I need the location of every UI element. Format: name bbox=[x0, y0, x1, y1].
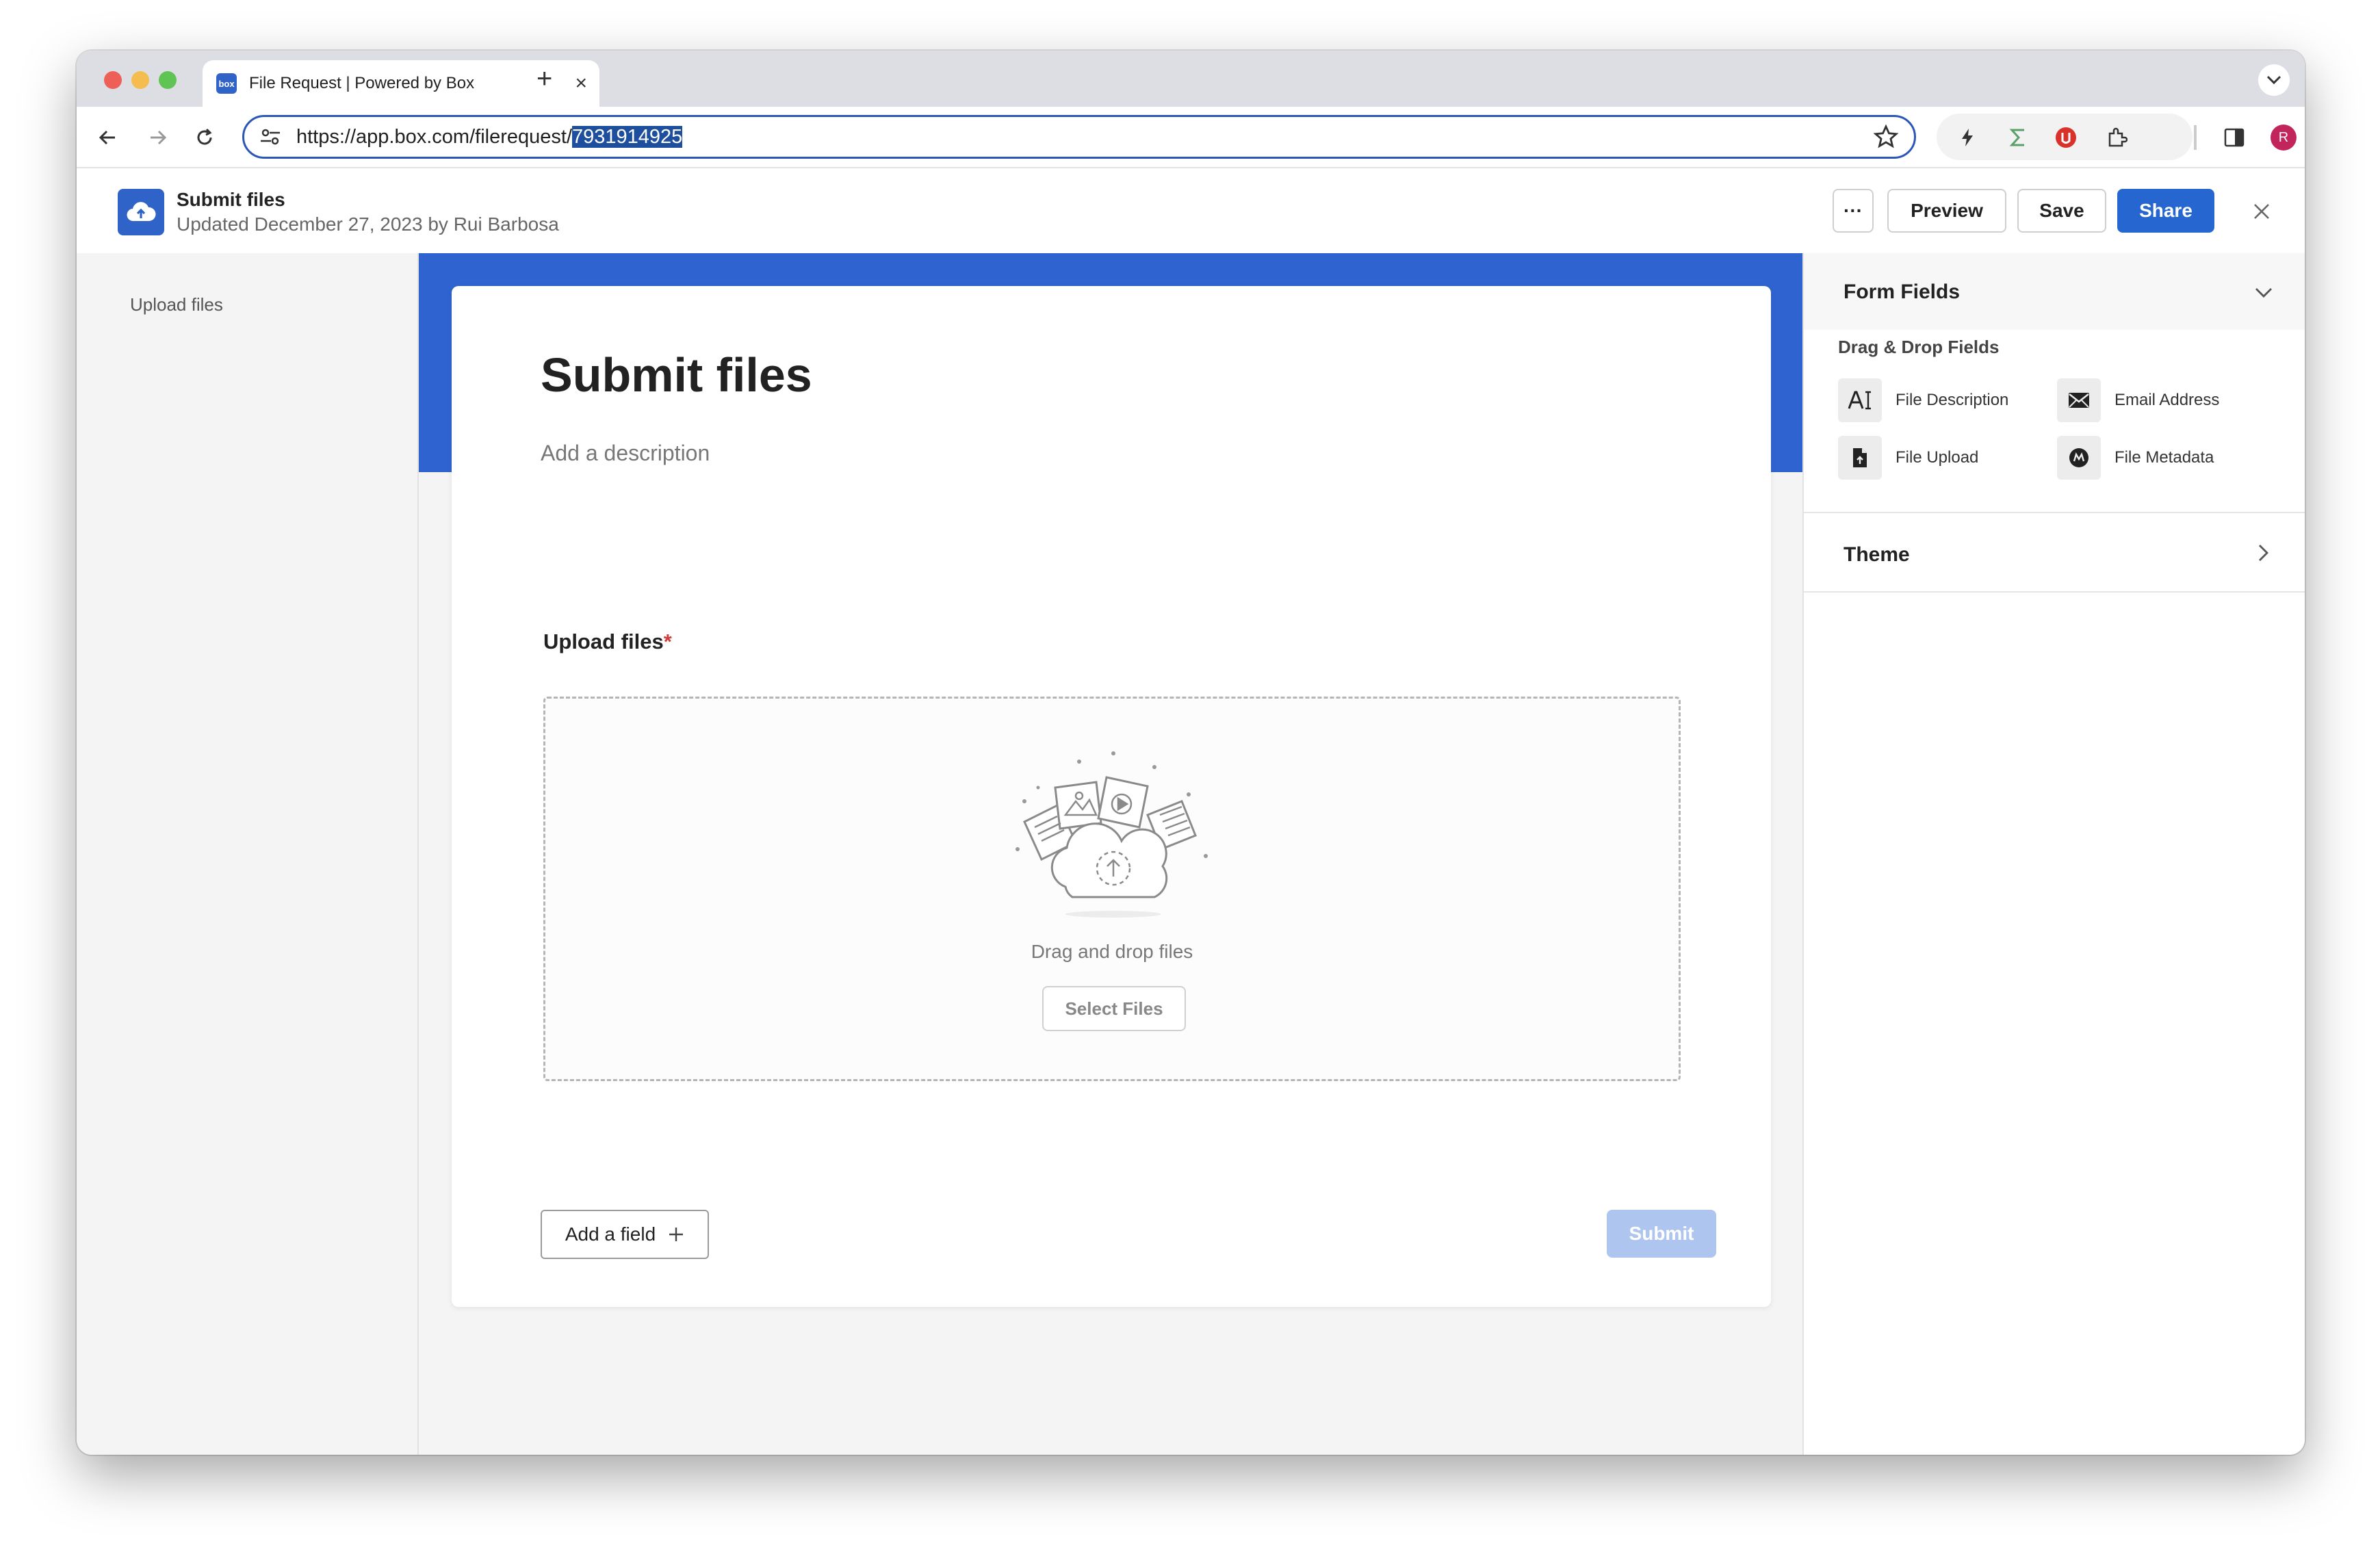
metadata-icon bbox=[2057, 436, 2101, 480]
palette-email-address[interactable]: Email Address bbox=[2057, 378, 2219, 423]
upload-illustration-icon bbox=[1016, 751, 1208, 918]
sigma-extension-icon[interactable] bbox=[2002, 122, 2034, 153]
header-title: Submit files bbox=[177, 189, 285, 210]
more-options-button[interactable]: ··· bbox=[1833, 189, 1874, 233]
side-panel-icon[interactable] bbox=[2219, 122, 2250, 153]
maximize-window-button[interactable] bbox=[159, 71, 177, 89]
file-icon bbox=[1838, 436, 1882, 480]
close-window-button[interactable] bbox=[104, 71, 122, 89]
form-title[interactable]: Submit files bbox=[541, 348, 812, 402]
tab-title: File Request | Powered by Box bbox=[249, 74, 475, 92]
dropzone-text: Drag and drop files bbox=[1031, 941, 1193, 962]
bolt-extension-icon[interactable] bbox=[1952, 122, 1983, 153]
chevron-down-icon[interactable] bbox=[2250, 279, 2277, 307]
header-updated-text: Updated December 27, 2023 by Rui Barbosa bbox=[177, 213, 559, 235]
required-asterisk: * bbox=[663, 630, 672, 653]
bookmark-star-icon[interactable] bbox=[1873, 124, 1899, 153]
select-files-button[interactable]: Select Files bbox=[1042, 986, 1186, 1031]
panel-divider bbox=[1804, 591, 2305, 593]
submit-button[interactable]: Submit bbox=[1607, 1210, 1716, 1258]
field-label-text: Upload files bbox=[543, 630, 664, 653]
palette-label: File Description bbox=[1896, 391, 2009, 409]
plus-icon bbox=[669, 1228, 684, 1241]
share-button[interactable]: Share bbox=[2117, 189, 2214, 233]
chevron-right-icon[interactable] bbox=[2250, 539, 2277, 567]
save-button[interactable]: Save bbox=[2017, 189, 2106, 233]
minimize-window-button[interactable] bbox=[131, 71, 149, 89]
theme-section-title[interactable]: Theme bbox=[1844, 543, 1910, 567]
palette-file-upload[interactable]: File Upload bbox=[1838, 435, 1978, 480]
envelope-icon bbox=[2057, 378, 2101, 422]
add-field-button[interactable]: Add a field bbox=[541, 1210, 709, 1259]
nav-item-upload-files[interactable]: Upload files bbox=[130, 294, 223, 315]
palette-label: File Upload bbox=[1896, 448, 1979, 467]
profile-avatar[interactable]: R bbox=[2268, 122, 2299, 153]
profile-initial: R bbox=[2271, 125, 2297, 151]
form-fields-panel: Form Fields Drag & Drop Fields File Desc… bbox=[1802, 253, 2305, 1455]
palette-file-description[interactable]: File Description bbox=[1838, 378, 2008, 423]
text-field-icon bbox=[1838, 378, 1882, 422]
site-settings-icon[interactable] bbox=[257, 123, 284, 151]
tab-search-chevron-icon[interactable] bbox=[2258, 64, 2290, 96]
preview-button[interactable]: Preview bbox=[1887, 189, 2006, 233]
form-fields-title: Form Fields bbox=[1844, 281, 1961, 303]
toolbar-divider bbox=[2194, 125, 2197, 150]
file-dropzone[interactable]: Drag and drop files Select Files bbox=[543, 697, 1681, 1081]
new-tab-icon[interactable]: + bbox=[536, 62, 552, 96]
back-arrow-icon[interactable] bbox=[92, 122, 123, 153]
url-text[interactable]: https://app.box.com/filerequest/79319149… bbox=[296, 125, 683, 148]
tab-bar: box File Request | Powered by Box × + bbox=[77, 51, 2305, 107]
add-field-label: Add a field bbox=[565, 1223, 656, 1245]
address-bar[interactable]: https://app.box.com/filerequest/79319149… bbox=[242, 115, 1916, 159]
puzzle-extensions-icon[interactable] bbox=[2101, 122, 2132, 153]
drag-drop-fields-title: Drag & Drop Fields bbox=[1838, 337, 2000, 357]
upload-files-label[interactable]: Upload files* bbox=[543, 630, 672, 654]
browser-toolbar: https://app.box.com/filerequest/79319149… bbox=[77, 107, 2305, 168]
left-outline-nav: Upload files bbox=[77, 253, 419, 1455]
url-selected-text: 7931914925 bbox=[572, 125, 683, 148]
browser-window: box File Request | Powered by Box × + ht… bbox=[77, 51, 2305, 1455]
forward-arrow-icon[interactable] bbox=[142, 122, 174, 153]
cloud-upload-icon bbox=[118, 189, 164, 235]
palette-label: File Metadata bbox=[2114, 448, 2214, 467]
form-description-placeholder[interactable]: Add a description bbox=[541, 441, 710, 466]
url-prefix: https://app.box.com/filerequest/ bbox=[296, 125, 572, 148]
form-canvas: Submit files Add a description Upload fi… bbox=[419, 253, 1802, 1455]
reload-icon[interactable] bbox=[189, 122, 220, 153]
tab-close-icon[interactable]: × bbox=[575, 71, 587, 96]
form-fields-header[interactable]: Form Fields bbox=[1804, 253, 2305, 330]
form-card: Submit files Add a description Upload fi… bbox=[452, 286, 1771, 1307]
palette-file-metadata[interactable]: File Metadata bbox=[2057, 435, 2214, 480]
box-favicon-icon: box bbox=[216, 73, 237, 94]
close-icon[interactable] bbox=[2246, 196, 2277, 227]
panel-divider bbox=[1804, 512, 2305, 513]
palette-label: Email Address bbox=[2114, 391, 2220, 409]
shield-extension-icon[interactable] bbox=[2050, 122, 2082, 153]
